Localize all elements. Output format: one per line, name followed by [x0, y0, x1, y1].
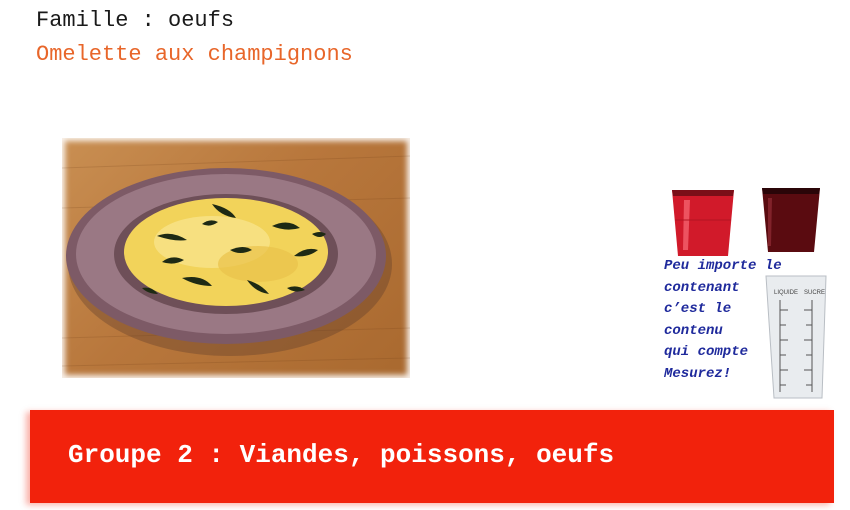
tip-line: qui compte	[664, 344, 749, 360]
tip-line: Peu importe le	[664, 258, 782, 274]
recipe-title: Omelette aux champignons	[36, 42, 353, 67]
food-group-label: Groupe 2 : Viandes, poissons, oeufs	[68, 440, 615, 470]
family-label: Famille : oeufs	[36, 8, 235, 33]
red-cup-icon	[672, 190, 734, 256]
tip-line: c’est le	[664, 301, 732, 317]
omelette-plate-image	[62, 138, 410, 378]
wine-glass-icon	[762, 188, 820, 252]
tip-line: contenant	[664, 279, 740, 296]
tip-line: Mesurez!	[664, 365, 732, 382]
tip-text: Peu importe le contenant c’est le conten…	[664, 256, 832, 385]
measuring-tip-panel: LIQUIDE SUCRE Peu importe le contenant c…	[662, 180, 832, 402]
food-group-banner: Groupe 2 : Viandes, poissons, oeufs	[30, 410, 834, 503]
tip-line: contenu	[664, 322, 723, 339]
